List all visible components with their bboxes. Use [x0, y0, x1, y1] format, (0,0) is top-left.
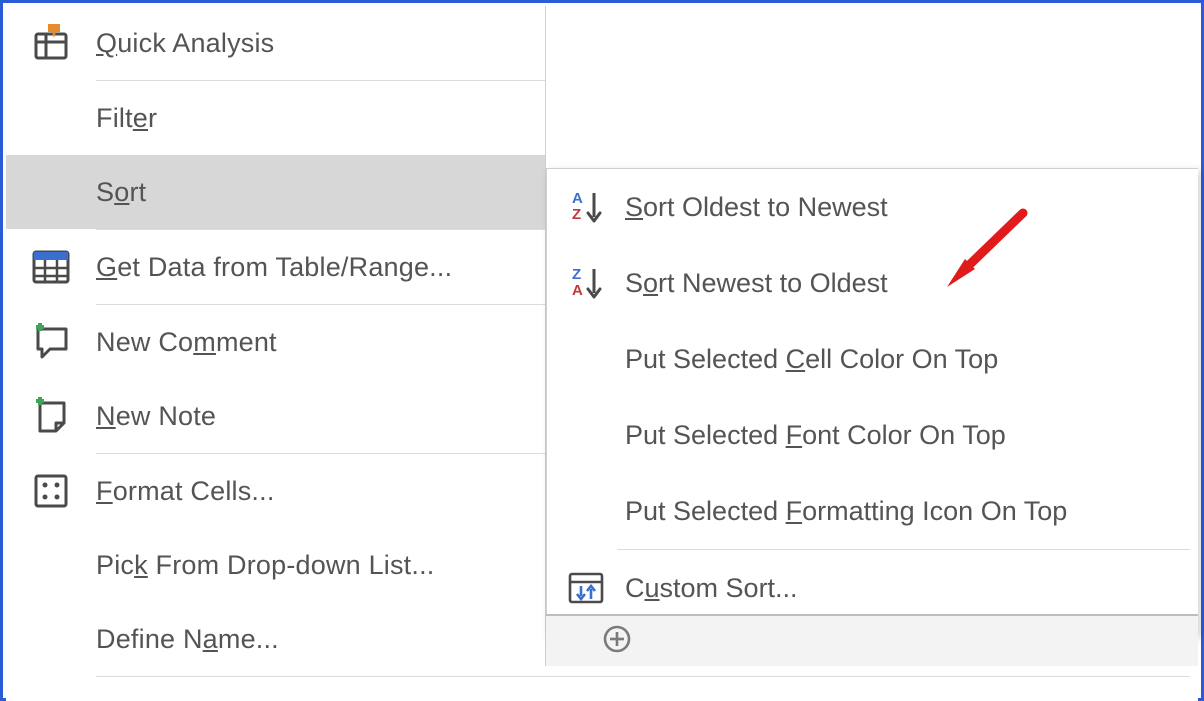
cell-color-top-item[interactable]: Put Selected Cell Color On Top	[547, 321, 1198, 397]
format-cells-icon	[6, 470, 96, 512]
format-icon-top-label: Put Selected Formatting Icon On Top	[625, 496, 1198, 527]
new-comment-icon	[6, 321, 96, 363]
custom-sort-icon	[547, 568, 625, 608]
font-color-top-label: Put Selected Font Color On Top	[625, 420, 1198, 451]
new-note-icon	[6, 395, 96, 437]
custom-sort-label: Custom Sort...	[625, 573, 1198, 604]
sort-submenu: A Z Sort Oldest to Newest Z A	[546, 168, 1198, 635]
sort-oldest-newest-item[interactable]: A Z Sort Oldest to Newest	[547, 169, 1198, 245]
context-menu-frame: Quick Analysis Filter Sort	[0, 0, 1204, 701]
cell-color-top-label: Put Selected Cell Color On Top	[625, 344, 1198, 375]
sort-oldest-newest-label: Sort Oldest to Newest	[625, 192, 1198, 223]
font-color-top-item[interactable]: Put Selected Font Color On Top	[547, 397, 1198, 473]
format-icon-top-item[interactable]: Put Selected Formatting Icon On Top	[547, 473, 1198, 549]
sort-newest-oldest-label: Sort Newest to Oldest	[625, 268, 1198, 299]
svg-text:Z: Z	[572, 206, 581, 223]
sort-ascending-icon: A Z	[547, 187, 625, 227]
sort-newest-oldest-item[interactable]: Z A Sort Newest to Oldest	[547, 245, 1198, 321]
sheet-tab-strip[interactable]	[546, 614, 1198, 666]
svg-text:A: A	[572, 282, 583, 299]
sort-descending-icon: Z A	[547, 263, 625, 303]
worksheet-area: A Z Sort Oldest to Newest Z A	[545, 6, 1198, 666]
new-sheet-icon[interactable]	[602, 624, 632, 659]
svg-text:A: A	[572, 190, 583, 207]
svg-text:Z: Z	[572, 266, 581, 283]
table-icon	[6, 246, 96, 288]
quick-analysis-icon	[6, 22, 96, 64]
